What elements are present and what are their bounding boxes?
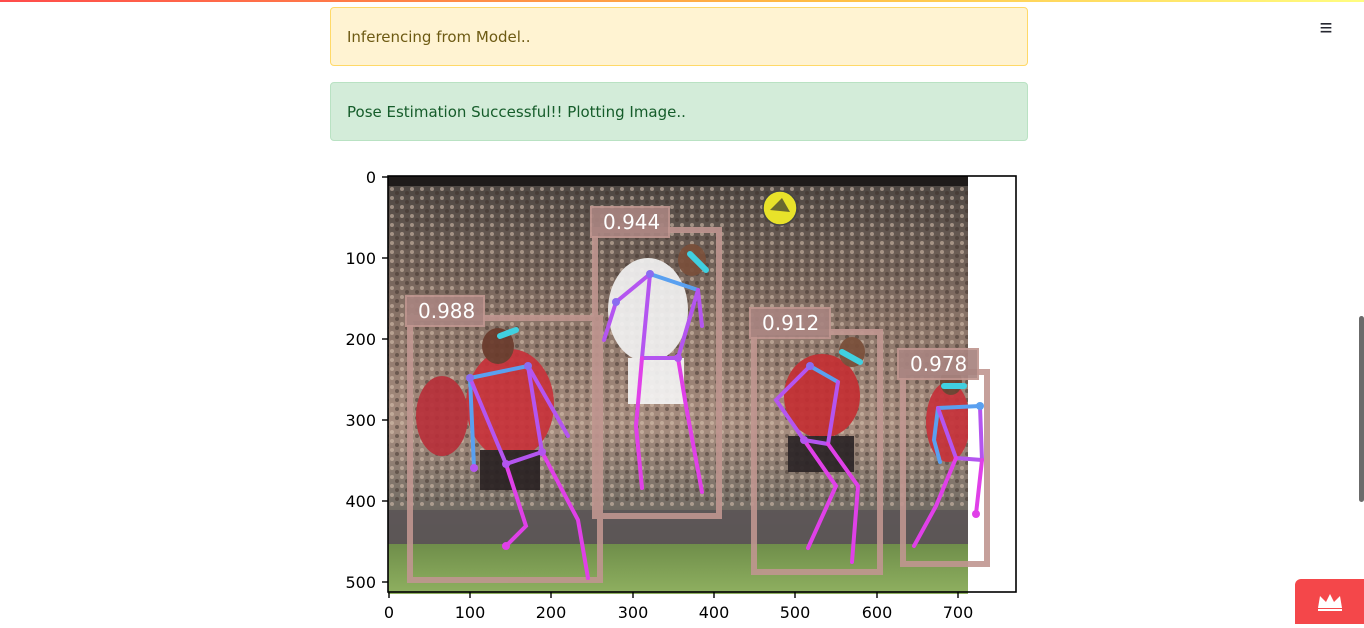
- main-menu-button[interactable]: ≡: [1312, 14, 1340, 42]
- y-tick-label: 400: [345, 492, 376, 511]
- x-tick-label: 0: [384, 603, 394, 622]
- x-tick-label: 100: [455, 603, 486, 622]
- x-tick-label: 600: [862, 603, 893, 622]
- hamburger-menu-icon: ≡: [1319, 15, 1333, 40]
- pose-estimation-figure: 0.988 0.944 0.912 0.978 0 100 200 300 40…: [330, 160, 1030, 624]
- x-tick-labels: 0 100 200 300 400 500 600 700: [384, 603, 973, 622]
- detection-score-1: 0.988: [418, 299, 475, 323]
- y-tick-labels: 0 100 200 300 400 500: [345, 168, 376, 592]
- x-tick-label: 500: [780, 603, 811, 622]
- y-tick-label: 200: [345, 330, 376, 349]
- inference-status-alert: Inferencing from Model..: [330, 7, 1028, 66]
- detection-score-4: 0.978: [910, 352, 967, 376]
- detection-score-2: 0.944: [603, 210, 660, 234]
- y-tick-label: 300: [345, 411, 376, 430]
- y-axis: [382, 176, 388, 583]
- x-tick-label: 700: [943, 603, 974, 622]
- success-status-alert: Pose Estimation Successful!! Plotting Im…: [330, 82, 1028, 141]
- page-scrollbar[interactable]: [1359, 316, 1364, 502]
- y-tick-label: 100: [345, 249, 376, 268]
- y-tick-label: 500: [345, 573, 376, 592]
- x-tick-label: 200: [536, 603, 567, 622]
- success-status-text: Pose Estimation Successful!! Plotting Im…: [347, 102, 686, 121]
- streamlit-badge-button[interactable]: [1295, 579, 1364, 624]
- x-tick-label: 400: [699, 603, 730, 622]
- y-tick-label: 0: [366, 168, 376, 187]
- crown-icon: [1317, 593, 1342, 611]
- pose-plot-svg: 0.988 0.944 0.912 0.978 0 100 200 300 40…: [345, 168, 1017, 622]
- top-decoration-stripe: [0, 0, 1364, 2]
- inference-status-text: Inferencing from Model..: [347, 27, 531, 46]
- detection-score-3: 0.912: [762, 311, 819, 335]
- x-tick-label: 300: [618, 603, 649, 622]
